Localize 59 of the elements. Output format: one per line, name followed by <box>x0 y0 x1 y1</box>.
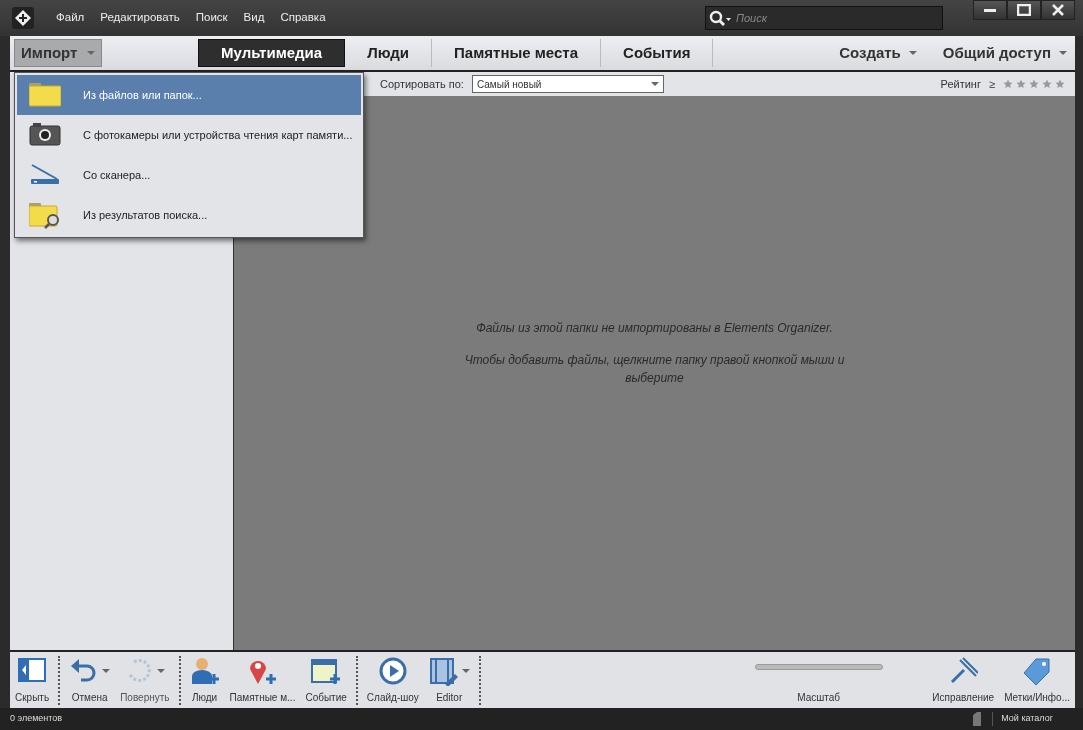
search-icon[interactable] <box>709 10 731 26</box>
menu-item[interactable]: Из результатов поиска... <box>17 195 361 235</box>
info-message: Файлы из этой папки не импортированы в Elements Organizer. <box>476 320 833 337</box>
editor-icon <box>428 656 459 686</box>
catalog-icon[interactable] <box>972 712 983 726</box>
menu-item[interactable]: Вид <box>235 9 273 27</box>
rating-stars[interactable] <box>1003 79 1065 89</box>
menu-item[interactable]: Со сканера... <box>17 155 361 195</box>
catalog-name[interactable]: Мой каталог <box>992 712 1053 726</box>
sort-dropdown[interactable]: Самый новый <box>471 75 664 93</box>
maximize-icon <box>1017 4 1031 16</box>
play-icon <box>377 656 408 686</box>
menu-item[interactable]: Поиск <box>187 9 236 27</box>
item-count: 0 элементов <box>10 712 63 726</box>
menu-item[interactable]: С фотокамеры или устройства чтения карт памяти... <box>17 115 361 155</box>
menu-item[interactable]: Файл <box>48 9 93 27</box>
menu-button[interactable]: Создать <box>821 41 925 65</box>
rating-operator: ≥ <box>988 76 995 92</box>
search-field[interactable]: Поиск <box>705 6 943 30</box>
fix-icon <box>948 656 979 686</box>
star-icon[interactable] <box>1003 79 1013 89</box>
event-icon <box>311 656 342 686</box>
toolbar-button[interactable]: Скрыть <box>10 656 55 705</box>
tab[interactable]: Люди <box>345 39 433 67</box>
toolbar-button[interactable]: Исправление <box>927 656 1000 705</box>
minimize-icon <box>984 8 996 12</box>
close-icon <box>1052 4 1064 16</box>
tags-icon <box>1022 656 1053 686</box>
rating-label: Рейтинг <box>940 76 981 92</box>
search-folder-icon <box>29 201 61 229</box>
info-message: Чтобы добавить файлы, щелкните папку правой кнопкой мыши и выберите <box>464 352 845 387</box>
close-button[interactable] <box>1041 0 1075 20</box>
menu-item[interactable]: Из файлов или папок... <box>17 75 361 115</box>
toolbar-button[interactable]: Памятные м... <box>224 656 301 705</box>
menu-button[interactable]: Общий доступ <box>924 41 1075 65</box>
menu-item[interactable]: Справка <box>272 9 334 27</box>
sort-label: Сортировать по: <box>380 76 464 92</box>
minimize-button[interactable] <box>973 0 1007 20</box>
star-icon[interactable] <box>1042 79 1052 89</box>
people-icon <box>189 656 220 686</box>
star-icon[interactable] <box>1016 79 1026 89</box>
app-logo-icon[interactable] <box>12 7 34 29</box>
zoom-label: Масштаб <box>797 691 841 705</box>
folder-icon <box>29 81 61 109</box>
tab[interactable]: Памятные места <box>432 39 602 67</box>
toolbar-button[interactable]: Editor <box>423 656 475 705</box>
camera-icon <box>29 121 61 149</box>
toolbar-button[interactable]: Отмена <box>64 656 116 705</box>
toolbar-button[interactable]: Слайд-шоу <box>361 656 424 705</box>
star-icon[interactable] <box>1055 79 1065 89</box>
star-icon[interactable] <box>1029 79 1039 89</box>
toolbar-button[interactable]: Метки/Инфо... <box>999 656 1075 705</box>
toolbar-button[interactable]: Люди <box>184 656 225 705</box>
maximize-button[interactable] <box>1007 0 1041 20</box>
toolbar-button[interactable]: Событие <box>300 656 352 705</box>
tab[interactable]: Мультимедиа <box>198 39 346 67</box>
tab[interactable]: События <box>601 39 714 67</box>
menu-item[interactable]: Редактировать <box>92 9 188 27</box>
import-button[interactable]: Импорт <box>14 39 102 67</box>
